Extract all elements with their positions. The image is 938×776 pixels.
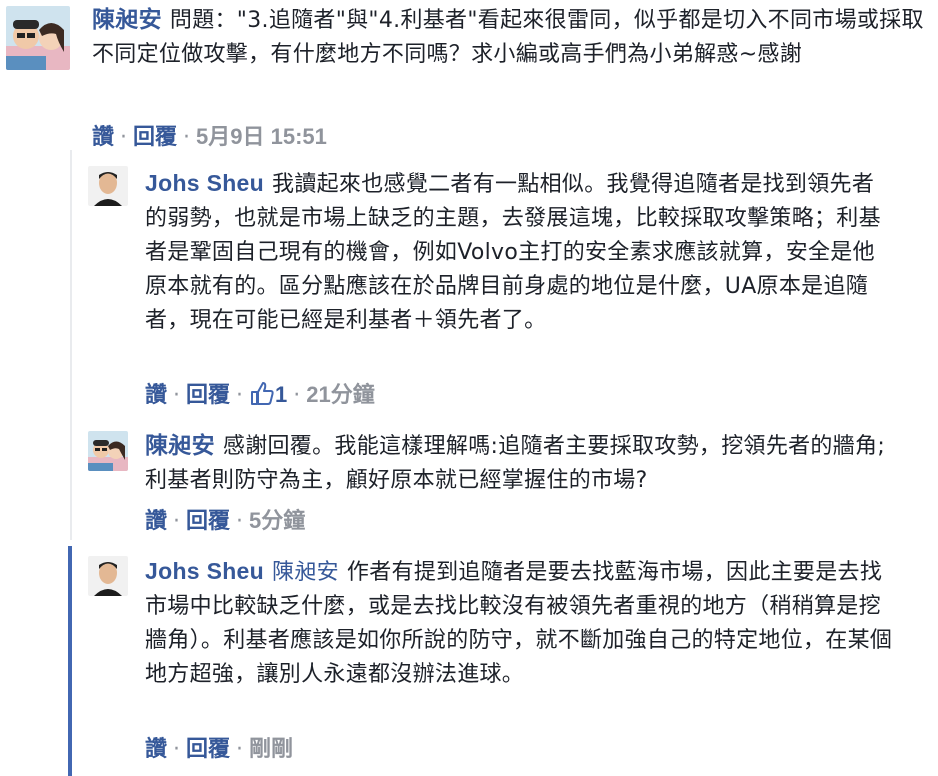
avatar[interactable] bbox=[88, 431, 128, 471]
comment-actions: 讚 · 回覆 · 5月9日 15:51 bbox=[92, 122, 327, 153]
comment-text: 問題："3.追隨者"與"4.利基者"看起來很雷同，似乎都是切入不同市場或採取不同… bbox=[92, 8, 924, 67]
like-reaction[interactable]: 1 bbox=[249, 382, 288, 408]
avatar[interactable] bbox=[88, 166, 128, 206]
separator: · bbox=[173, 737, 181, 762]
comment-timestamp[interactable]: 5分鐘 bbox=[249, 508, 305, 533]
mention-tag[interactable]: 陳昶安 bbox=[272, 560, 339, 585]
reply-link[interactable]: 回覆 bbox=[133, 125, 177, 150]
comment-body: Johs Sheu 陳昶安 作者有提到追隨者是要去找藍海市場，因此主要是去找市場中比… bbox=[145, 554, 895, 692]
separator: · bbox=[120, 125, 128, 150]
separator: · bbox=[173, 509, 181, 534]
avatar[interactable] bbox=[6, 6, 70, 70]
comment-timestamp[interactable]: 5月9日 15:51 bbox=[196, 124, 327, 149]
reply-thread-line bbox=[70, 150, 72, 540]
comment-timestamp[interactable]: 21分鐘 bbox=[306, 382, 374, 407]
separator: · bbox=[236, 737, 244, 762]
comment-author[interactable]: 陳昶安 bbox=[145, 432, 215, 458]
like-link[interactable]: 讚 bbox=[145, 737, 167, 762]
comment-text: 感謝回覆。我能這樣理解嗎:追隨者主要採取攻勢，挖領先者的牆角;利基者則防守為主，… bbox=[145, 434, 886, 493]
reaction-count: 1 bbox=[275, 382, 288, 407]
like-link[interactable]: 讚 bbox=[145, 509, 167, 534]
comment-body: Johs Sheu 我讀起來也感覺二者有一點相似。我覺得追隨者是找到領先者的弱勢，… bbox=[145, 166, 895, 338]
separator: · bbox=[293, 383, 301, 408]
comment-author[interactable]: 陳昶安 bbox=[92, 6, 162, 32]
separator: · bbox=[236, 509, 244, 534]
reply-link[interactable]: 回覆 bbox=[186, 737, 230, 762]
comment-actions: 讚 · 回覆 · 5分鐘 bbox=[145, 506, 305, 537]
separator: · bbox=[183, 125, 191, 150]
comment-body: 陳昶安 感謝回覆。我能這樣理解嗎:追隨者主要採取攻勢，挖領先者的牆角;利基者則防守… bbox=[145, 428, 895, 498]
like-link[interactable]: 讚 bbox=[145, 383, 167, 408]
separator: · bbox=[173, 383, 181, 408]
comment-body: 陳昶安 問題："3.追隨者"與"4.利基者"看起來很雷同，似乎都是切入不同市場或採… bbox=[92, 2, 932, 72]
comment-text: 我讀起來也感覺二者有一點相似。我覺得追隨者是找到領先者的弱勢，也就是市場上缺乏的… bbox=[145, 172, 881, 333]
comment-timestamp[interactable]: 剛剛 bbox=[249, 736, 293, 761]
comment-actions: 讚 · 回覆 · 1 · 21分鐘 bbox=[145, 380, 375, 411]
avatar[interactable] bbox=[88, 556, 128, 596]
separator: · bbox=[236, 383, 244, 408]
reply-link[interactable]: 回覆 bbox=[186, 509, 230, 534]
thumbs-up-icon bbox=[251, 382, 274, 405]
comment-author[interactable]: Johs Sheu bbox=[145, 558, 264, 584]
active-reply-indicator bbox=[68, 546, 72, 776]
like-link[interactable]: 讚 bbox=[92, 125, 114, 150]
comment-author[interactable]: Johs Sheu bbox=[145, 170, 264, 196]
reply-link[interactable]: 回覆 bbox=[186, 383, 230, 408]
comment-actions: 讚 · 回覆 · 剛剛 bbox=[145, 734, 293, 765]
